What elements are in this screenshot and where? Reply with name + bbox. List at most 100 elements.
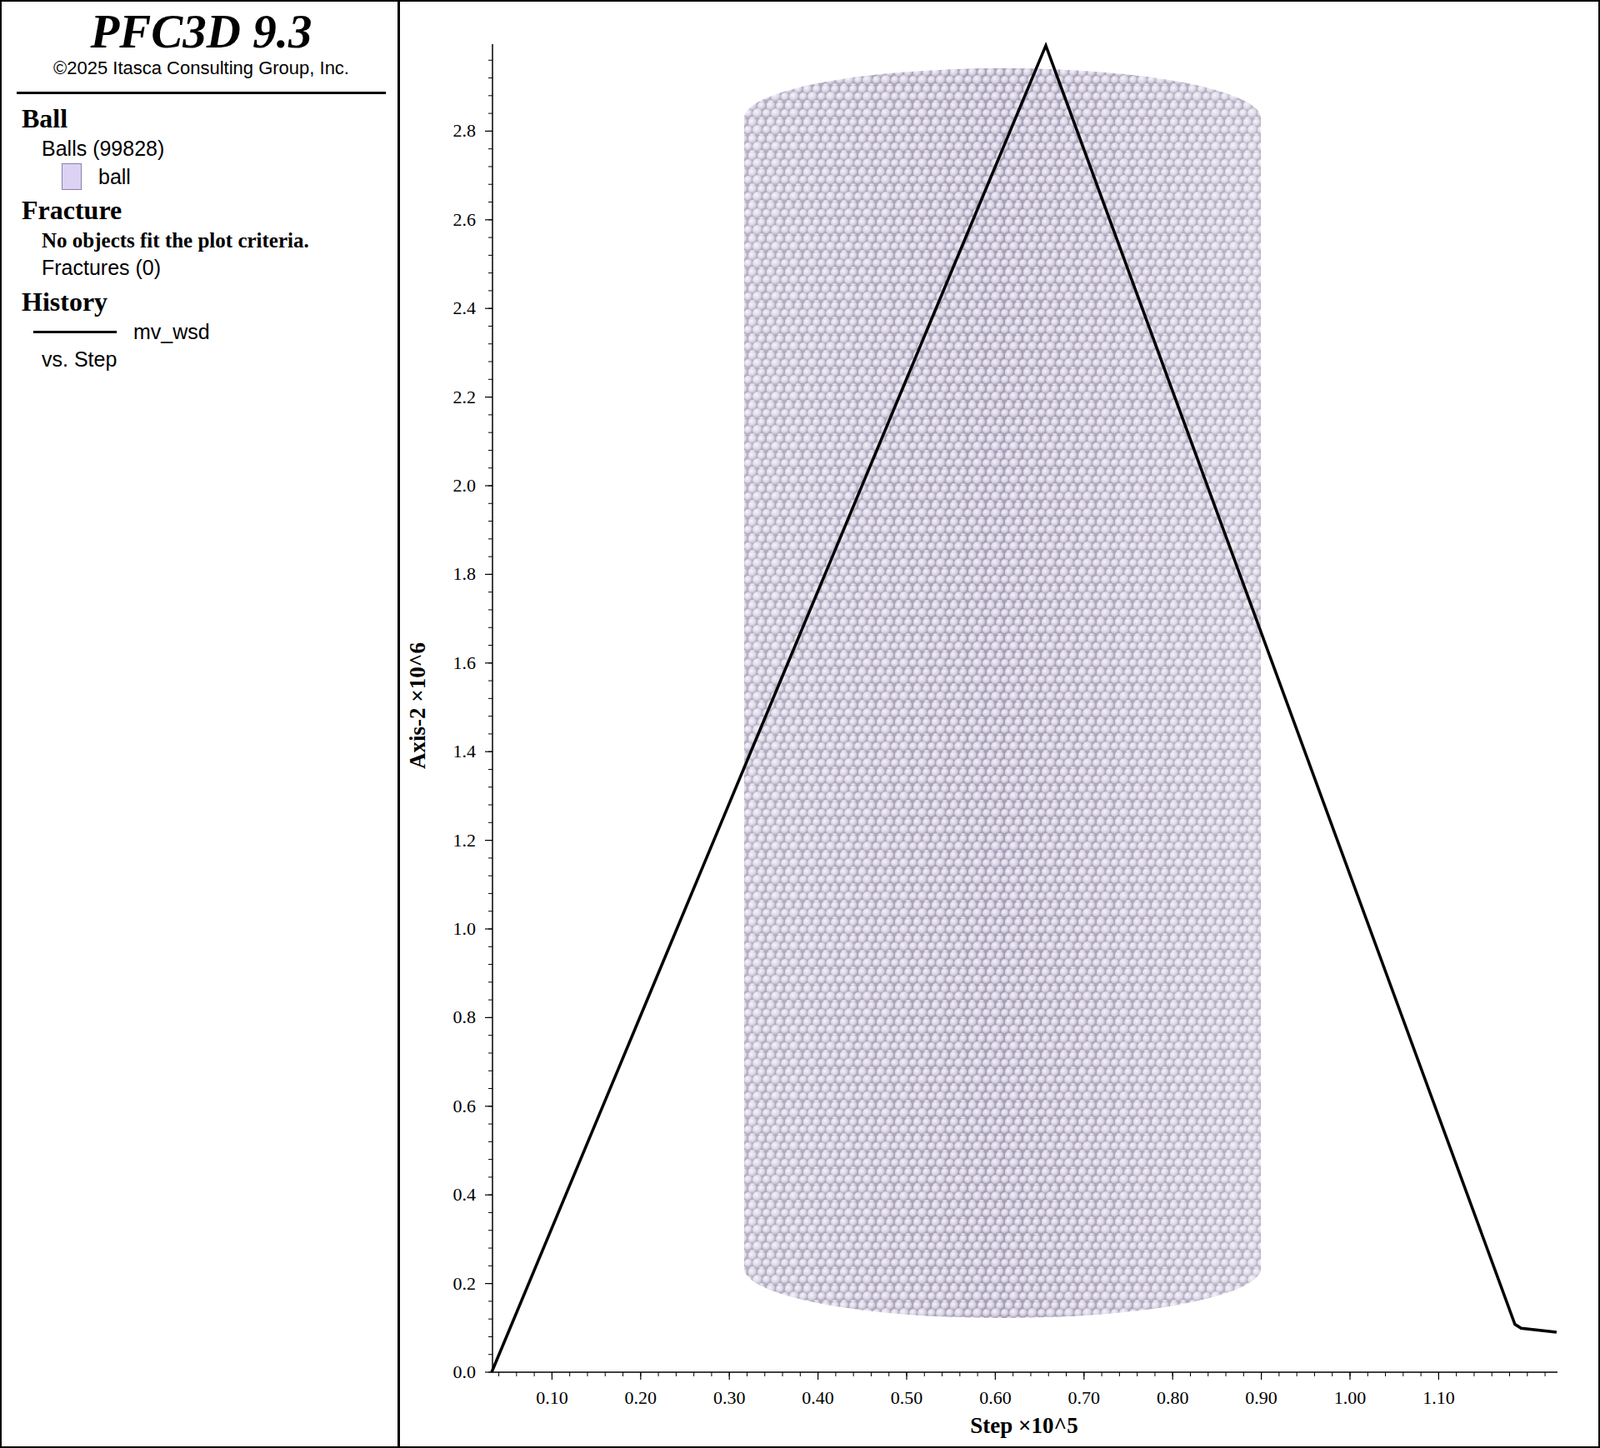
x-minor-tick xyxy=(1154,1372,1155,1377)
y-minor-tick xyxy=(488,503,493,505)
y-minor-tick xyxy=(488,769,493,770)
x-minor-tick xyxy=(710,1372,712,1377)
history-line xyxy=(491,45,1557,1373)
y-tick-label: 1.0 xyxy=(453,918,477,940)
y-tick xyxy=(485,928,493,930)
y-minor-tick xyxy=(488,1176,493,1178)
legend-label: mv_wsd xyxy=(133,318,210,347)
x-minor-tick xyxy=(1012,1372,1014,1377)
x-minor-tick xyxy=(764,1372,765,1377)
y-minor-tick xyxy=(488,1035,493,1036)
x-tick xyxy=(1260,1372,1262,1380)
x-minor-tick xyxy=(1278,1372,1280,1377)
x-minor-tick xyxy=(800,1372,801,1377)
y-tick-label: 1.2 xyxy=(453,830,477,851)
x-minor-tick xyxy=(1030,1372,1031,1377)
x-minor-tick xyxy=(1296,1372,1298,1377)
y-minor-tick xyxy=(488,875,493,877)
x-tick-label: 1.10 xyxy=(1422,1387,1455,1409)
x-minor-tick xyxy=(622,1372,624,1377)
y-minor-tick xyxy=(488,450,493,451)
y-minor-tick xyxy=(488,1124,493,1125)
x-minor-tick xyxy=(658,1372,660,1377)
x-tick-label: 1.00 xyxy=(1334,1387,1367,1409)
x-minor-tick xyxy=(1402,1372,1404,1377)
y-minor-tick xyxy=(488,414,493,415)
y-tick xyxy=(485,219,493,220)
y-tick-label: 0.4 xyxy=(453,1184,477,1205)
x-minor-tick xyxy=(1420,1372,1422,1377)
x-tick xyxy=(905,1372,907,1380)
y-tick-label: 1.4 xyxy=(453,740,477,762)
y-minor-tick xyxy=(488,538,493,540)
y-minor-tick xyxy=(488,1212,493,1214)
y-minor-tick xyxy=(488,520,493,522)
x-minor-tick xyxy=(1207,1372,1209,1377)
legend-item: ball xyxy=(21,163,381,192)
legend-item: Fractures (0) xyxy=(21,254,381,283)
y-tick-label: 0.6 xyxy=(453,1095,477,1117)
x-minor-tick xyxy=(1491,1372,1493,1377)
x-minor-tick xyxy=(693,1372,695,1377)
y-minor-tick xyxy=(488,113,493,115)
legend-label: Balls (99828) xyxy=(41,135,165,164)
y-minor-tick xyxy=(488,325,493,327)
y-axis xyxy=(491,44,494,1373)
x-tick xyxy=(817,1372,819,1380)
y-minor-tick xyxy=(488,184,493,185)
x-tick-label: 0.20 xyxy=(625,1387,658,1409)
y-minor-tick xyxy=(488,343,493,345)
x-minor-tick xyxy=(853,1372,855,1377)
y-tick-label: 2.0 xyxy=(453,475,477,496)
x-minor-tick xyxy=(534,1372,535,1377)
x-tick-label: 0.90 xyxy=(1245,1387,1278,1409)
y-minor-tick xyxy=(488,1159,493,1160)
y-tick xyxy=(485,662,493,664)
y-tick xyxy=(485,485,493,486)
y-tick xyxy=(485,1105,493,1107)
y-minor-tick xyxy=(488,1354,493,1355)
legend-section: BallBalls (99828)ball xyxy=(21,102,381,191)
y-minor-tick xyxy=(488,379,493,380)
legend-item: Balls (99828) xyxy=(21,135,381,164)
x-minor-tick xyxy=(1314,1372,1315,1377)
plot-window: PFC3D 9.3©2025 Itasca Consulting Group, … xyxy=(0,0,1600,1448)
legend-heading: Ball xyxy=(21,102,381,135)
y-tick xyxy=(485,1283,493,1285)
legend-label: vs. Step xyxy=(41,345,117,375)
y-tick xyxy=(485,396,493,398)
y-minor-tick xyxy=(488,627,493,629)
y-minor-tick xyxy=(488,165,493,167)
y-tick xyxy=(485,1195,493,1196)
y-minor-tick xyxy=(488,591,493,593)
x-tick xyxy=(1349,1372,1350,1380)
x-minor-tick xyxy=(1136,1372,1138,1377)
y-tick-label: 0.0 xyxy=(453,1361,477,1383)
specimen-shade xyxy=(744,68,1261,1319)
y-minor-tick xyxy=(488,1319,493,1320)
y-minor-tick xyxy=(488,786,493,788)
x-minor-tick xyxy=(569,1372,570,1377)
y-minor-tick xyxy=(488,361,493,363)
ball-swatch-icon xyxy=(61,163,82,190)
y-tick xyxy=(485,308,493,310)
y-minor-tick xyxy=(488,1141,493,1143)
x-minor-tick xyxy=(1190,1372,1191,1377)
copyright: ©2025 Itasca Consulting Group, Inc. xyxy=(16,56,386,95)
x-minor-tick xyxy=(1455,1372,1457,1377)
y-tick xyxy=(485,1017,493,1019)
x-minor-tick xyxy=(1243,1372,1245,1377)
legend-panel: PFC3D 9.3©2025 Itasca Consulting Group, … xyxy=(1,1,400,1447)
x-minor-tick xyxy=(977,1372,979,1377)
y-minor-tick xyxy=(488,95,493,96)
y-minor-tick xyxy=(488,1336,493,1338)
y-minor-tick xyxy=(488,556,493,558)
y-minor-tick xyxy=(488,715,493,717)
x-minor-tick xyxy=(924,1372,925,1377)
x-tick-label: 0.10 xyxy=(535,1387,569,1409)
y-minor-tick xyxy=(488,645,493,646)
x-minor-tick xyxy=(498,1372,500,1377)
legend-section: FractureNo objects fit the plot criteria… xyxy=(21,194,381,283)
y-minor-tick xyxy=(488,1052,493,1054)
y-tick xyxy=(485,574,493,575)
